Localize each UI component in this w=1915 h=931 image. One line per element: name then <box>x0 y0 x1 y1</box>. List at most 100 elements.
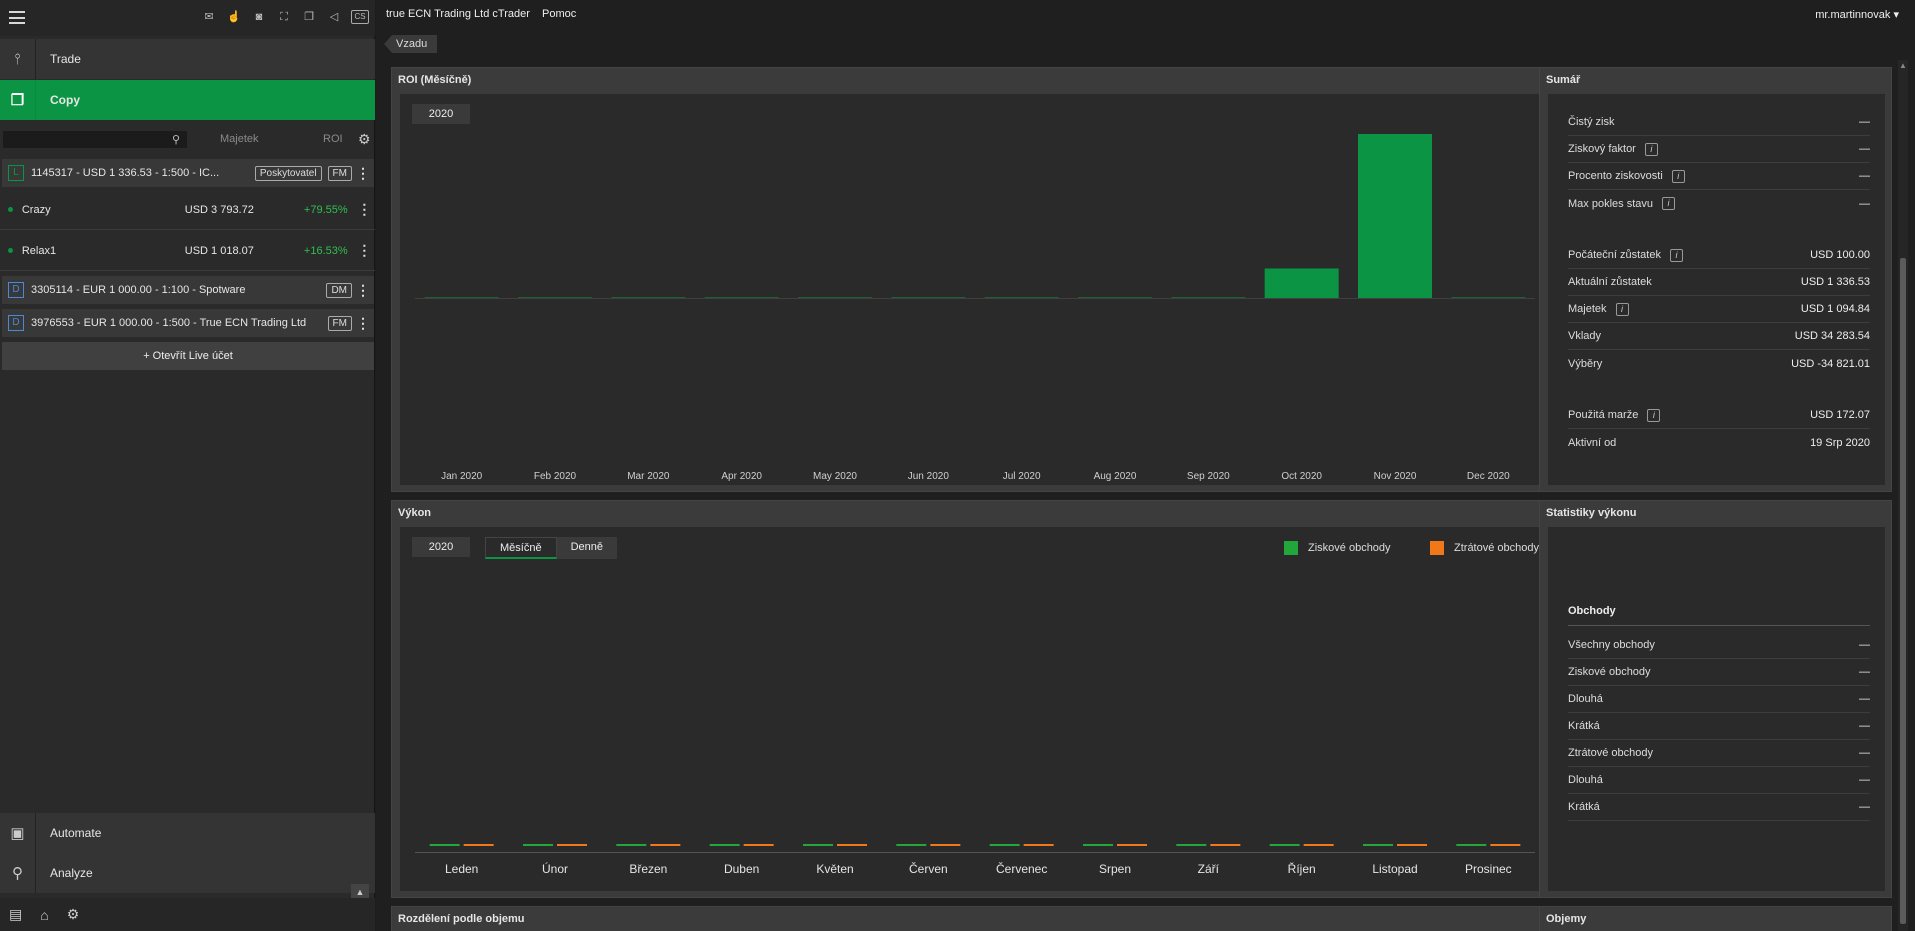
info-icon[interactable]: i <box>1671 169 1685 183</box>
performance-chart: Leden Únor Březen Duben Květen Červen Červenec… <box>415 844 1535 876</box>
profit-bar[interactable] <box>989 844 1020 846</box>
roi-bar[interactable] <box>518 297 592 298</box>
strategy-row-relax1[interactable]: Relax1 USD 1 018.07 +16.53% ⋮ <box>0 231 375 271</box>
more-icon[interactable]: ⋮ <box>352 315 374 332</box>
roi-bar[interactable] <box>424 297 499 298</box>
loss-bar[interactable] <box>1397 844 1427 846</box>
summary-value: 19 Srp 2020 <box>1810 436 1870 449</box>
roi-bar[interactable] <box>1264 268 1339 298</box>
summary-value: — <box>1859 197 1870 210</box>
camera-icon[interactable]: ◙ <box>251 10 267 24</box>
scroll-up-icon[interactable]: ▲ <box>1899 61 1907 70</box>
nav-copy[interactable]: ❐ Copy <box>0 80 375 120</box>
profit-bar[interactable] <box>1269 844 1300 846</box>
nav-analyze[interactable]: ⚲ Analyze <box>0 853 375 893</box>
sound-icon[interactable]: ◁ <box>326 10 342 24</box>
help-menu[interactable]: Pomoc <box>542 8 576 20</box>
windows-icon[interactable]: ❐ <box>301 10 317 24</box>
roi-bar[interactable] <box>704 297 779 298</box>
loss-bar[interactable] <box>930 844 961 846</box>
roi-bar[interactable] <box>1078 297 1152 298</box>
summary-row: Aktuální zůstatek USD 1 336.53 <box>1568 269 1870 296</box>
profit-bar[interactable] <box>429 844 460 846</box>
summary-label: Čistý zisk <box>1568 116 1614 128</box>
profit-bar[interactable] <box>1176 844 1207 846</box>
open-live-account-button[interactable]: + Otevřít Live účet <box>2 342 374 370</box>
mail-icon[interactable]: ✉ <box>201 10 217 24</box>
roi-x-tick-label: Jun 2020 <box>908 471 950 482</box>
roi-bar[interactable] <box>984 297 1059 298</box>
roi-bar[interactable] <box>1451 297 1526 298</box>
strategy-roi: +16.53% <box>303 244 348 257</box>
roi-bar[interactable] <box>611 297 686 298</box>
language-icon[interactable]: CS <box>351 10 369 24</box>
profit-bar[interactable] <box>803 844 833 846</box>
roi-bar[interactable] <box>1171 297 1246 298</box>
briefcase-icon[interactable]: ▤ <box>9 906 22 923</box>
performance-x-tick-label: Srpen <box>1099 862 1131 876</box>
user-menu[interactable]: mr.martinnovak ▾ <box>1815 8 1899 21</box>
info-icon[interactable]: i <box>1615 302 1629 316</box>
loss-bar[interactable] <box>557 844 587 846</box>
summary-value: USD 1 094.84 <box>1800 303 1870 315</box>
fullscreen-icon[interactable]: ⛶ <box>276 10 292 24</box>
profit-bar[interactable] <box>1363 844 1393 846</box>
stats-value: — <box>1859 639 1870 651</box>
scroll-thumb[interactable] <box>1900 258 1906 924</box>
info-icon[interactable]: i <box>1644 142 1658 156</box>
account-row[interactable]: D 3976553 - EUR 1 000.00 - 1:500 - True … <box>2 309 374 337</box>
more-icon[interactable]: ⋮ <box>352 282 374 299</box>
broker-menu[interactable]: true ECN Trading Ltd cTrader <box>386 8 530 20</box>
back-button[interactable]: Vzadu <box>384 35 438 53</box>
loss-bar[interactable] <box>650 844 681 846</box>
account-search-input[interactable] <box>3 131 187 148</box>
profit-bar[interactable] <box>523 844 553 846</box>
profit-bar[interactable] <box>1083 844 1113 846</box>
column-header-majetek[interactable]: Majetek <box>220 133 259 145</box>
roi-panel: ROI (Měsíčně) 2020 Jan 2020 Feb 2020 Mar 2… <box>391 67 1549 492</box>
column-header-roi[interactable]: ROI <box>323 133 343 145</box>
nav-trade[interactable]: ⫯ Trade <box>0 39 375 79</box>
nav-automate[interactable]: ▣ Automate <box>0 813 375 853</box>
more-icon[interactable]: ⋮ <box>352 165 374 182</box>
info-icon[interactable]: i <box>1661 197 1675 210</box>
summary-value: USD -34 821.01 <box>1791 357 1870 370</box>
loss-bar[interactable] <box>463 844 494 846</box>
store-icon[interactable]: ⌂ <box>40 907 48 923</box>
roi-bar[interactable] <box>798 297 872 298</box>
volumes-panel: Objemy <box>1539 906 1892 931</box>
loss-bar[interactable] <box>1303 844 1334 846</box>
summary-label-text: Použitá marže <box>1568 409 1639 421</box>
info-icon[interactable]: i <box>1669 248 1683 262</box>
loss-bar[interactable] <box>1210 844 1241 846</box>
stats-label: Všechny obchody <box>1568 639 1655 651</box>
account-row[interactable]: D 3305114 - EUR 1 000.00 - 1:100 - Spotw… <box>2 276 374 304</box>
main-scrollbar[interactable]: ▲ <box>1898 60 1908 931</box>
loss-bar[interactable] <box>1490 844 1521 846</box>
profit-bar[interactable] <box>1456 844 1487 846</box>
settings-icon[interactable]: ⚙ <box>67 906 80 923</box>
profit-bar[interactable] <box>896 844 927 846</box>
loss-bar[interactable] <box>743 844 774 846</box>
performance-panel: Výkon 2020 Měsíčně Denně Ziskové obchody… <box>391 500 1549 898</box>
profit-bar[interactable] <box>616 844 647 846</box>
hand-icon[interactable]: ☝ <box>226 10 242 24</box>
roi-title: ROI (Měsíčně) <box>398 74 472 86</box>
search-icon[interactable]: ⚲ <box>172 133 180 146</box>
more-icon[interactable]: ⋮ <box>354 201 375 218</box>
loss-bar[interactable] <box>1117 844 1147 846</box>
roi-bar[interactable] <box>891 297 966 298</box>
gear-icon[interactable]: ⚙ <box>358 131 371 148</box>
provider-tag: Poskytovatel <box>254 165 322 181</box>
loss-bar[interactable] <box>837 844 867 846</box>
profit-bar[interactable] <box>709 844 740 846</box>
menu-icon[interactable] <box>9 11 25 24</box>
strategy-row-crazy[interactable]: Crazy USD 3 793.72 +79.55% ⋮ <box>0 190 375 230</box>
loss-bar[interactable] <box>1023 844 1054 846</box>
info-icon[interactable]: i <box>1647 408 1661 422</box>
roi-bar[interactable] <box>1358 134 1432 298</box>
summary-value: USD 34 283.54 <box>1794 330 1870 342</box>
stats-label: Ztrátové obchody <box>1568 747 1653 759</box>
account-row[interactable]: L 1145317 - USD 1 336.53 - 1:500 - IC...… <box>2 159 374 187</box>
more-icon[interactable]: ⋮ <box>354 242 375 259</box>
